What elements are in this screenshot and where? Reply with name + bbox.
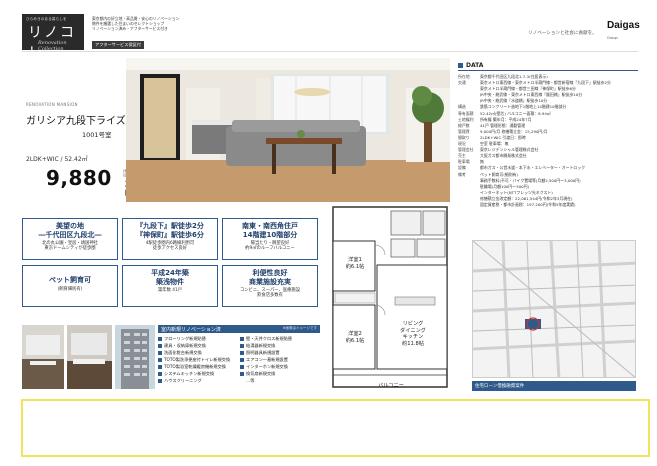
feature-corner-unit: 南東・南西角住戸 14階建10階部分 陽当たり・眺望良好 約9㎡のルーフバルコニー bbox=[222, 218, 318, 260]
daigas-logo-sub: Group bbox=[607, 36, 618, 40]
renovation-item: 洗面化粧台新規交換 bbox=[158, 349, 238, 356]
feature-age-sub: 築年数 41戸 bbox=[157, 288, 183, 293]
feature-location: 美望の地 ―千代田区九段北― 北の丸公園・皇居・靖国神社 東京ドームシティが徒歩圏 bbox=[22, 218, 118, 260]
bathroom-photo bbox=[22, 325, 64, 389]
feature-access-sub: 4駅徒歩圏内6路線利用可 徒歩アクセス良好 bbox=[145, 241, 195, 252]
feature-location-sub: 北の丸公園・皇居・靖国神社 東京ドームシティが徒歩圏 bbox=[42, 241, 98, 252]
feature-access: 『九段下』駅徒歩2分 『神保町』駅徒歩6分 4駅徒歩圏内6路線利用可 徒歩アクセス良… bbox=[122, 218, 218, 260]
data-row-key bbox=[458, 202, 480, 208]
renovation-right-col: 壁・天井クロス新規貼替 給湯器新規交換 照明器具新規設置 エアコン一基新規設置 … bbox=[240, 335, 320, 384]
feature-corner-title: 南東・南西角住戸 14階建10階部分 bbox=[242, 222, 298, 239]
property-layout: 2LDK+WIC / 52.42㎡ bbox=[26, 156, 88, 163]
building-exterior-photo bbox=[115, 325, 155, 389]
highlight-frame bbox=[21, 399, 650, 457]
data-row: 固定資産税・都市計画税：197,200円(令和5年度実績) bbox=[458, 202, 640, 208]
renovation-item: エアコン一基新規設置 bbox=[240, 356, 320, 363]
renovation-item: TOTO製洗浄便座付トイレ新規交換 bbox=[158, 356, 238, 363]
property-price: 9,880 bbox=[46, 166, 112, 190]
data-heading-marker bbox=[458, 63, 463, 68]
renocolle-logo: ひらめきのある暮らしを リノコレ Renovation Collection bbox=[22, 14, 84, 61]
feature-pets-sub: (飼育細則有) bbox=[57, 286, 83, 292]
interior-illustration bbox=[126, 58, 450, 202]
interior-photo bbox=[126, 58, 450, 202]
property-info: RENOVATION MANSION ガリシア九段下ライズ 1001号室 2LD… bbox=[22, 58, 131, 202]
feature-convenience-sub: コンビニ、スーパー、医療施設 飲食店多数有 bbox=[239, 288, 301, 299]
area-map bbox=[472, 240, 636, 378]
renovation-note: ※画像はイメージです bbox=[282, 326, 317, 330]
room-balcony: バルコニー bbox=[378, 383, 404, 389]
room-ldk: リビング ダイニング キッチン 約11.8帖 bbox=[400, 321, 426, 347]
feature-pets-title: ペット飼育可 bbox=[49, 276, 91, 284]
renovation-title: 室内新規リノベーション済 ※画像はイメージです bbox=[158, 325, 320, 333]
floor-plan: 洋室1 約6.1帖 洋室2 約6.1帖 リビング ダイニング キッチン 約11.8帖 バル… bbox=[331, 205, 449, 399]
daigas-logo: Daigas bbox=[607, 20, 640, 31]
feature-location-title: 美望の地 ―千代田区九段北― bbox=[38, 222, 102, 239]
header-description: 東京都内の好立地・高品質・安心のリノベーション 物件を厳選した住まいのセレクトシ… bbox=[92, 16, 222, 31]
renovation-item: ハウスクリーニング bbox=[158, 377, 238, 384]
floor-plan-drawing bbox=[332, 206, 448, 388]
renovation-item: 壁・天井クロス新規貼替 bbox=[240, 335, 320, 342]
feature-age-title: 平成24年築 築浅物件 bbox=[151, 269, 189, 286]
data-row-value: 固定資産税・都市計画税：197,200円(令和5年度実績) bbox=[480, 201, 576, 207]
renovation-item: システムキッチン新規交換 bbox=[158, 370, 238, 377]
room-western-1: 洋室1 約6.1帖 bbox=[345, 257, 365, 270]
renovation-left-col: フローリング新規貼替 建具・収納扉新規交換 洗面化粧台新規交換 TOTO製洗浄便… bbox=[158, 335, 238, 384]
renovation-list: 室内新規リノベーション済 ※画像はイメージです フローリング新規貼替 建具・収納… bbox=[158, 325, 320, 397]
data-table: 所在地 東京都千代田区九段北1-7-3(住居表示) 交通 東京メトロ東西線・東京メトロ… bbox=[458, 74, 640, 208]
data-heading-text: DATA bbox=[466, 62, 484, 69]
header: ひらめきのある暮らしを リノコレ Renovation Collection 東… bbox=[22, 14, 640, 61]
renovation-item: 建具・収納扉新規交換 bbox=[158, 342, 238, 349]
feature-building-age: 平成24年築 築浅物件 築年数 41戸 bbox=[122, 265, 218, 307]
renovation-item: 照明器具新規設置 bbox=[240, 349, 320, 356]
washroom-photo bbox=[67, 325, 112, 389]
feature-pets: ペット飼育可 (飼育細則有) bbox=[22, 265, 118, 307]
property-name: ガリシア九段下ライズ bbox=[26, 116, 126, 127]
feature-access-title: 『九段下』駅徒歩2分 『神保町』駅徒歩6分 bbox=[136, 222, 204, 239]
renovation-item: TOTO製浴室乾燥暖房機新規交換 bbox=[158, 363, 238, 370]
feature-convenience: 利便性良好 商業施設充実 コンビニ、スーパー、医療施設 飲食店多数有 bbox=[222, 265, 318, 307]
header-slogan: リノベーションと社会に貢献を。 bbox=[528, 31, 597, 36]
renovation-title-text: 室内新規リノベーション済 bbox=[161, 327, 221, 333]
map-drawing bbox=[473, 241, 635, 377]
renovation-item: インターホン新規交換 bbox=[240, 363, 320, 370]
property-room: 1001号室 bbox=[82, 131, 112, 139]
logo-sub: Renovation Collection bbox=[38, 40, 67, 52]
renovation-item: 給湯器新規交換 bbox=[240, 342, 320, 349]
feature-corner-sub: 陽当たり・眺望良好 約9㎡のルーフバルコニー bbox=[245, 241, 295, 252]
property-name-en: RENOVATION MANSION bbox=[26, 102, 78, 107]
header-desc-line: リノベーション済み・アフターサービス付き bbox=[92, 26, 168, 31]
room-western-2: 洋室2 約6.1帖 bbox=[345, 331, 365, 344]
renovation-item: フローリング新規貼替 bbox=[158, 335, 238, 342]
map-caption: 住宅ローン借換融資案件 bbox=[472, 381, 636, 391]
renovation-item: 換気扇新規交換 bbox=[240, 370, 320, 377]
renovation-item: …等 bbox=[246, 378, 255, 383]
data-heading: DATA bbox=[458, 62, 638, 71]
after-service-badge: アフターサービス保証付 bbox=[92, 41, 144, 49]
feature-convenience-title: 利便性良好 商業施設充実 bbox=[249, 269, 291, 286]
